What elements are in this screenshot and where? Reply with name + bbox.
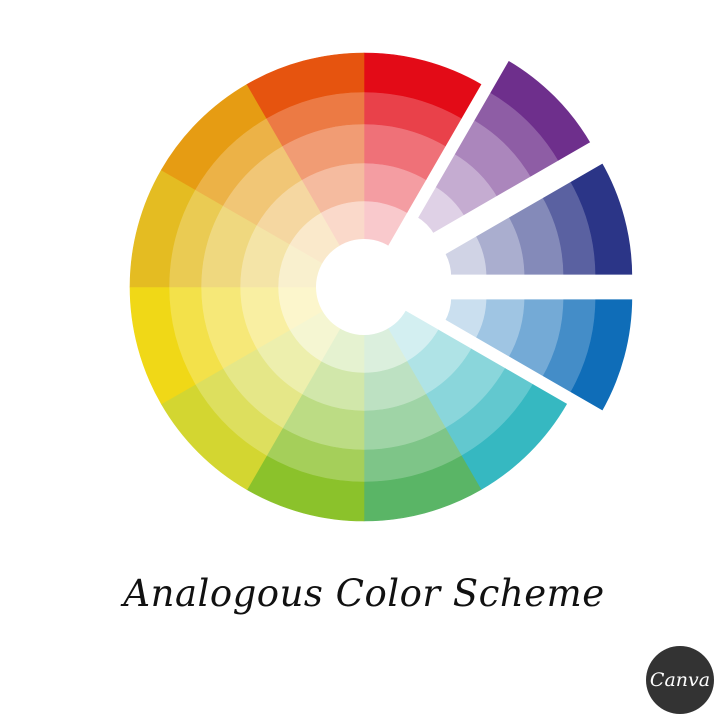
color-wheel xyxy=(129,52,638,522)
wheel-center-hole xyxy=(316,239,412,335)
canva-logo-text: Canva xyxy=(649,669,711,691)
canva-logo: Canva xyxy=(646,646,714,714)
caption-title: Analogous Color Scheme xyxy=(123,572,605,615)
